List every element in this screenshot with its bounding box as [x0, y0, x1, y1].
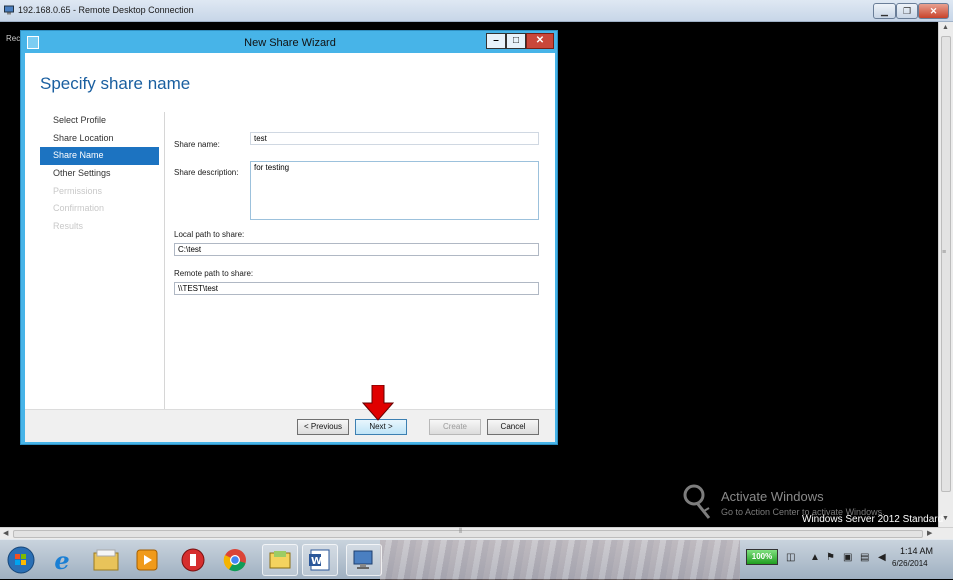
- clock-time[interactable]: 1:14 AM: [900, 546, 933, 556]
- step-share-name[interactable]: Share Name: [40, 147, 159, 166]
- start-orb-icon: [7, 546, 35, 574]
- chrome-icon: [223, 549, 246, 572]
- taskbar-word[interactable]: W: [302, 544, 338, 576]
- wizard-title: New Share Wizard: [244, 37, 336, 49]
- wizard-maximize-button[interactable]: □: [506, 33, 526, 49]
- activate-windows-title: Activate Windows: [721, 489, 824, 504]
- scroll-up-icon[interactable]: ▲: [942, 24, 949, 31]
- wizard-body: Specify share name Select Profile Share …: [25, 53, 555, 442]
- step-share-location[interactable]: Share Location: [40, 130, 159, 148]
- minimize-icon: –: [493, 35, 499, 46]
- close-icon: ✕: [929, 6, 938, 16]
- start-button[interactable]: [4, 544, 38, 576]
- taskbar-running-app[interactable]: [262, 544, 298, 576]
- media-player-icon: [136, 549, 158, 571]
- horizontal-scroll-thumb[interactable]: [13, 530, 923, 538]
- file-explorer-icon: [93, 549, 119, 571]
- network-icon[interactable]: ◫: [786, 552, 795, 563]
- app-icon: [181, 548, 205, 572]
- internet-explorer-icon: e: [54, 545, 70, 575]
- server-edition-label: Windows Server 2012 Standard: [802, 514, 944, 525]
- remote-desktop-icon: [353, 550, 373, 569]
- horizontal-scrollbar[interactable]: ◀ ⦀ ▶: [0, 527, 953, 539]
- steps-divider: [164, 112, 165, 418]
- system-tray: 100% ◫ ▲ ⚑ ▣ ▤ ◀ 1:14 AM 6/26/2014: [744, 540, 953, 580]
- key-icon: [683, 484, 711, 519]
- taskbar-chrome[interactable]: [218, 544, 252, 576]
- taskbar-internet-explorer[interactable]: e: [45, 544, 79, 576]
- rdp-restore-button[interactable]: ❐: [896, 3, 918, 19]
- wizard-steps-nav: Select Profile Share Location Share Name…: [40, 112, 159, 236]
- vertical-scroll-thumb[interactable]: [941, 36, 951, 492]
- remote-path-label: Remote path to share:: [174, 269, 254, 278]
- step-other-settings[interactable]: Other Settings: [40, 165, 159, 183]
- close-icon: ✕: [535, 35, 545, 46]
- next-button[interactable]: Next >: [355, 419, 407, 435]
- rdp-minimize-button[interactable]: ▁: [873, 3, 896, 19]
- restore-icon: ❐: [902, 6, 912, 16]
- rdp-close-button[interactable]: ✕: [918, 3, 949, 19]
- taskbar: e W 100% ◫ ▲ ⚑ ▣ ▤ ◀ 1:14 AM 6/26/2014: [0, 539, 953, 580]
- maximize-icon: □: [512, 35, 520, 46]
- app-icon: [269, 551, 291, 569]
- share-description-input[interactable]: for testing: [250, 161, 539, 220]
- red-arrow-annotation-icon: [362, 385, 394, 421]
- clock-date[interactable]: 6/26/2014: [892, 559, 928, 568]
- create-button: Create: [429, 419, 481, 435]
- step-permissions: Permissions: [53, 185, 103, 196]
- taskbar-background: [380, 540, 740, 580]
- new-share-wizard-window: New Share Wizard – □ ✕ Specify share nam…: [20, 30, 558, 445]
- scroll-left-icon[interactable]: ◀: [3, 529, 8, 537]
- share-description-label: Share description:: [174, 168, 239, 177]
- rdp-titlebar: 192.168.0.65 - Remote Desktop Connection…: [0, 0, 953, 22]
- volume-icon[interactable]: ◀: [878, 552, 886, 563]
- remote-path-field[interactable]: \\TEST\test: [174, 282, 539, 295]
- scroll-right-icon[interactable]: ▶: [927, 529, 932, 537]
- action-center-flag-icon[interactable]: ⚑: [826, 552, 835, 563]
- step-select-profile[interactable]: Select Profile: [40, 112, 159, 130]
- word-icon: W: [309, 549, 330, 571]
- share-name-label: Share name:: [174, 140, 220, 149]
- svg-text:W: W: [311, 556, 322, 567]
- step-confirmation: Confirmation: [53, 203, 105, 214]
- rdp-window-title: 192.168.0.65 - Remote Desktop Connection: [18, 5, 194, 15]
- recycle-bin-label-fragment: Rec: [6, 34, 21, 43]
- local-path-label: Local path to share:: [174, 230, 245, 239]
- scroll-grip-icon: ≡: [942, 249, 947, 256]
- taskbar-file-explorer[interactable]: [89, 544, 123, 576]
- scroll-grip-icon: ⦀: [459, 528, 463, 535]
- battery-indicator[interactable]: 100%: [746, 549, 778, 565]
- taskbar-media-player[interactable]: [130, 544, 164, 576]
- wizard-close-button[interactable]: ✕: [526, 33, 554, 49]
- share-name-input[interactable]: test: [250, 132, 539, 145]
- taskbar-app[interactable]: [176, 544, 210, 576]
- vertical-scrollbar[interactable]: ▲ ≡ ▼: [938, 22, 953, 527]
- display-icon[interactable]: ▤: [860, 552, 869, 563]
- step-results: Results: [53, 221, 84, 232]
- show-hidden-icons-icon[interactable]: ▲: [810, 552, 820, 563]
- remote-desktop-icon: [4, 5, 14, 15]
- cancel-button[interactable]: Cancel: [487, 419, 539, 435]
- minimize-icon: ▁: [881, 6, 888, 16]
- taskbar-remote-desktop[interactable]: [346, 544, 382, 576]
- local-path-field[interactable]: C:\test: [174, 243, 539, 256]
- wizard-footer: < Previous Next > Create Cancel: [25, 409, 555, 442]
- previous-button[interactable]: < Previous: [297, 419, 349, 435]
- wizard-minimize-button[interactable]: –: [486, 33, 506, 49]
- device-icon[interactable]: ▣: [843, 552, 852, 563]
- page-title: Specify share name: [40, 74, 191, 93]
